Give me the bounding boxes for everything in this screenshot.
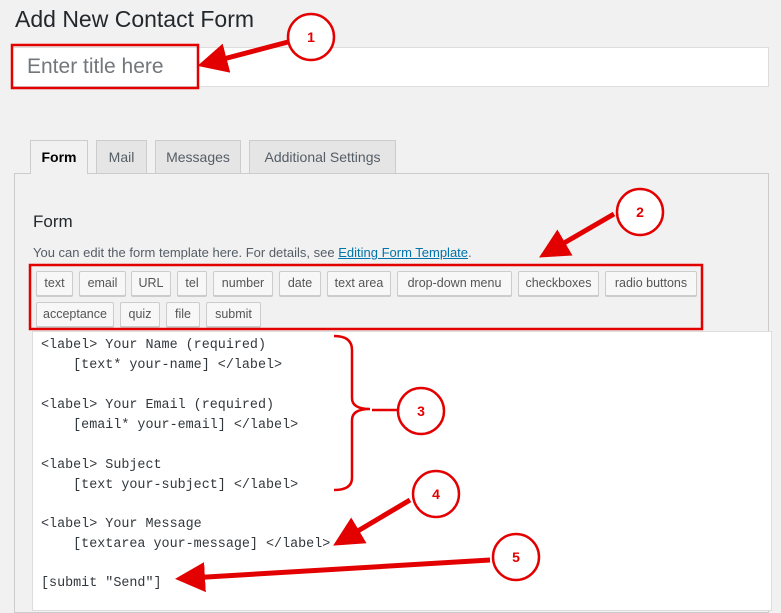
tag-button-email[interactable]: email — [79, 271, 126, 296]
template-line: <label> Your Email (required) — [41, 398, 275, 413]
template-line: <label> Subject — [41, 458, 162, 473]
tag-button-url[interactable]: URL — [131, 271, 171, 296]
tag-button-text[interactable]: text — [36, 271, 73, 296]
form-section-heading: Form — [33, 212, 73, 231]
template-line: [text your-subject] </label> — [41, 478, 299, 493]
template-line: [email* your-email] </label> — [41, 418, 299, 433]
template-line: <label> Your Message — [41, 517, 202, 532]
editing-form-template-link[interactable]: Editing Form Template — [338, 245, 468, 260]
tag-button-radio-buttons[interactable]: radio buttons — [605, 271, 697, 296]
tag-button-submit[interactable]: submit — [206, 302, 261, 327]
page-title: Add New Contact Form — [15, 6, 255, 32]
tab-messages[interactable]: Messages — [155, 140, 241, 173]
marker-1-label: 1 — [307, 29, 315, 45]
tab-additional-settings[interactable]: Additional Settings — [249, 140, 396, 173]
tag-button-text-area[interactable]: text area — [327, 271, 391, 296]
tag-button-checkboxes[interactable]: checkboxes — [518, 271, 599, 296]
help-text-prefix: You can edit the form template here. For… — [33, 245, 339, 260]
tag-button-acceptance[interactable]: acceptance — [36, 302, 114, 327]
tag-button-tel[interactable]: tel — [177, 271, 207, 296]
tag-button-quiz[interactable]: quiz — [120, 302, 160, 327]
tag-button-date[interactable]: date — [279, 271, 321, 296]
tag-button-drop-down-menu[interactable]: drop-down menu — [397, 271, 512, 296]
title-input[interactable] — [13, 48, 768, 86]
tag-button-file[interactable]: file — [166, 302, 200, 327]
tag-button-number[interactable]: number — [213, 271, 273, 296]
template-line: [submit "Send"] — [41, 576, 162, 591]
tab-mail[interactable]: Mail — [96, 140, 147, 173]
template-line: [textarea your-message] </label> — [41, 537, 331, 552]
template-line: <label> Your Name (required) — [41, 338, 266, 353]
template-line: [text* your-name] </label> — [41, 358, 283, 373]
form-help-text: You can edit the form template here. For… — [33, 245, 472, 260]
tab-form[interactable]: Form — [30, 140, 88, 174]
title-field-wrapper — [12, 47, 769, 87]
help-text-suffix: . — [468, 245, 472, 260]
